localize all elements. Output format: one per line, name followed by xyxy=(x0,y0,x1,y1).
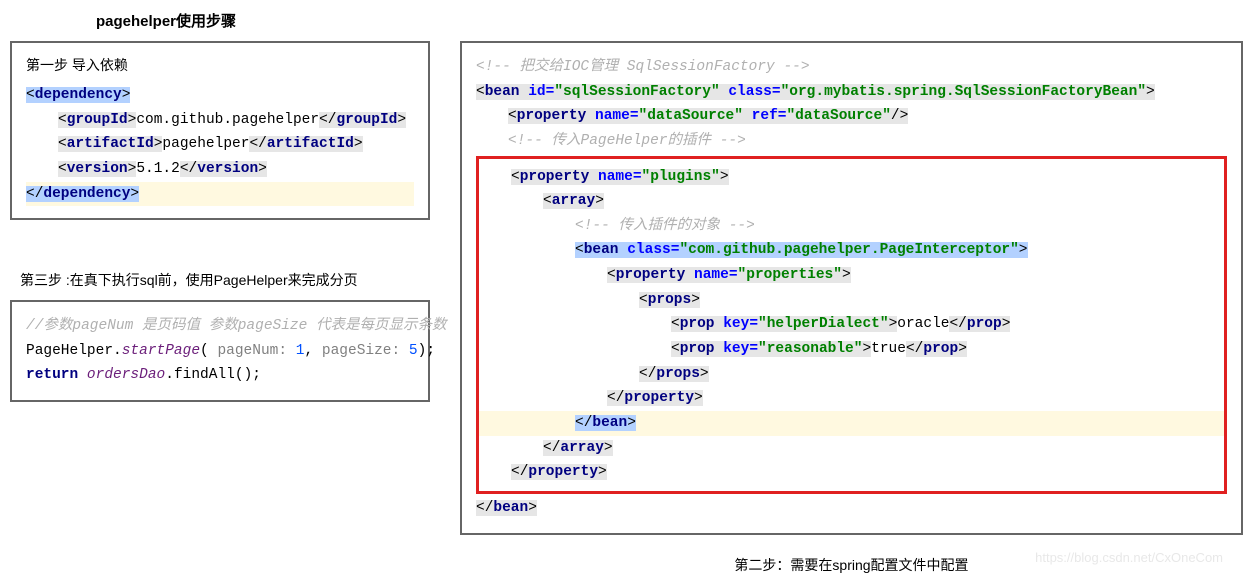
prop-reason: prop xyxy=(680,341,715,357)
property-plugins: property xyxy=(520,169,590,185)
attr-plugins-val: "plugins" xyxy=(642,169,720,185)
step1-code: <dependency> <groupId>com.github.pagehel… xyxy=(26,83,414,206)
redbox-highlight: <property name="plugins"> <array> <!-- 传… xyxy=(476,156,1227,494)
artifactid-close: artifactId xyxy=(267,136,354,152)
dependency-open: dependency xyxy=(35,87,122,103)
inner-class-val: "com.github.pagehelper.PageInterceptor" xyxy=(679,242,1018,258)
page-title: pagehelper使用步骤 xyxy=(96,10,1243,31)
groupid-val: com.github.pagehelper xyxy=(136,112,319,128)
version-tag: version xyxy=(67,161,128,177)
dependency-close: dependency xyxy=(43,186,130,202)
prop-reason-close: prop xyxy=(923,341,958,357)
groupid-tag: groupId xyxy=(67,112,128,128)
property-ds: property xyxy=(517,108,587,124)
version-val: 5.1.2 xyxy=(136,161,180,177)
props-open: props xyxy=(648,292,692,308)
artifactid-tag: artifactId xyxy=(67,136,154,152)
val-dialect: oracle xyxy=(897,316,949,332)
step3-comment: //参数pageNum 是页码值 参数pageSize 代表是每页显示条数 xyxy=(26,314,414,339)
inner-attr-class: class= xyxy=(627,242,679,258)
attr-class-val: "org.mybatis.spring.SqlSessionFactoryBea… xyxy=(781,84,1146,100)
attr-key-reason: key= xyxy=(723,341,758,357)
step2-code: <!-- 把交给IOC管理 SqlSessionFactory --> <bea… xyxy=(476,55,1227,521)
step3-heading: 第三步 :在真下执行sql前，使用PageHelper来完成分页 xyxy=(20,270,430,290)
key-reason-val: "reasonable" xyxy=(758,341,862,357)
bean-open: bean xyxy=(485,84,520,100)
step1-heading: 第一步 导入依赖 xyxy=(26,55,414,75)
inner-bean-open: bean xyxy=(584,242,619,258)
attr-ref: ref= xyxy=(752,108,787,124)
artifactid-val: pagehelper xyxy=(162,136,249,152)
main-container: 第一步 导入依赖 <dependency> <groupId>com.githu… xyxy=(10,41,1243,575)
property-plugins-close: property xyxy=(528,464,598,480)
prop-dialect-close: prop xyxy=(967,316,1002,332)
attr-name-ds: name= xyxy=(595,108,639,124)
param-pagesize-label: pageSize: xyxy=(322,343,400,359)
step3-box: //参数pageNum 是页码值 参数pageSize 代表是每页显示条数 Pa… xyxy=(10,300,430,402)
props-close: props xyxy=(656,366,700,382)
comment-obj: <!-- 传入插件的对象 --> xyxy=(479,214,1224,239)
property-props: property xyxy=(616,267,686,283)
val-reason: true xyxy=(871,341,906,357)
attr-id-val: "sqlSessionFactory" xyxy=(554,84,719,100)
prop-dialect: prop xyxy=(680,316,715,332)
step2-box: <!-- 把交给IOC管理 SqlSessionFactory --> <bea… xyxy=(460,41,1243,535)
attr-key-dialect: key= xyxy=(723,316,758,332)
comment-ioc: <!-- 把交给IOC管理 SqlSessionFactory --> xyxy=(476,55,1227,80)
param-pagesize-val: 5 xyxy=(409,343,418,359)
comment-plugin: <!-- 传入PageHelper的插件 --> xyxy=(476,129,1227,154)
param-pagenum-label: pageNum: xyxy=(217,343,287,359)
attr-name-props: name= xyxy=(694,267,738,283)
dao-ident: ordersDao xyxy=(87,367,165,383)
array-open: array xyxy=(552,193,596,209)
version-close: version xyxy=(197,161,258,177)
attr-name-ds-val: "dataSource" xyxy=(639,108,743,124)
bean-close: bean xyxy=(493,500,528,516)
pagehelper-class: PageHelper. xyxy=(26,343,122,359)
return-kw: return xyxy=(26,367,78,383)
findall-call: .findAll(); xyxy=(165,367,261,383)
right-column: <!-- 把交给IOC管理 SqlSessionFactory --> <bea… xyxy=(460,41,1243,575)
attr-props-val: "properties" xyxy=(738,267,842,283)
groupid-close: groupId xyxy=(336,112,397,128)
left-column: 第一步 导入依赖 <dependency> <groupId>com.githu… xyxy=(10,41,430,575)
attr-id: id= xyxy=(528,84,554,100)
step3-code: //参数pageNum 是页码值 参数pageSize 代表是每页显示条数 Pa… xyxy=(26,314,414,388)
attr-class: class= xyxy=(728,84,780,100)
array-close: array xyxy=(560,440,604,456)
startpage-method: startPage xyxy=(122,343,200,359)
step1-box: 第一步 导入依赖 <dependency> <groupId>com.githu… xyxy=(10,41,430,220)
attr-ref-val: "dataSource" xyxy=(786,108,890,124)
watermark: https://blog.csdn.net/CxOneCom xyxy=(1035,550,1223,565)
attr-name-plugins: name= xyxy=(598,169,642,185)
key-dialect-val: "helperDialect" xyxy=(758,316,889,332)
property-props-close: property xyxy=(624,390,694,406)
inner-bean-close: bean xyxy=(592,415,627,431)
